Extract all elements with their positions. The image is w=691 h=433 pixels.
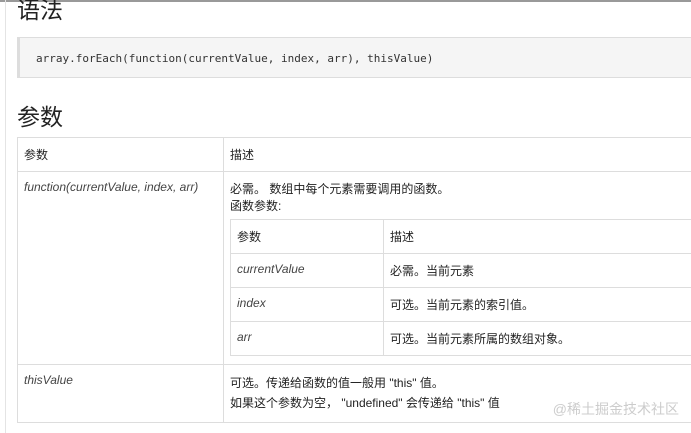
param-desc: 必需。 数组中每个元素需要调用的函数。 [230, 182, 450, 196]
param-name: thisValue [24, 373, 73, 387]
param-name: arr [237, 330, 252, 344]
params-heading: 参数 [17, 104, 63, 130]
table-row: currentValue 必需。当前元素 [230, 253, 691, 288]
param-name: function(currentValue, index, arr) [24, 180, 199, 194]
param-name: index [237, 296, 266, 310]
header-param: 参数 [17, 137, 224, 172]
param-desc: 必需。当前元素 [383, 253, 691, 288]
inner-header-desc: 描述 [383, 219, 691, 254]
inner-header-param: 参数 [230, 219, 384, 254]
left-border [5, 0, 6, 433]
table-row: arr 可选。当前元素所属的数组对象。 [230, 321, 691, 356]
sub-label: 函数参数: [230, 199, 282, 213]
table-row: function(currentValue, index, arr) 必需。 数… [17, 171, 691, 365]
table-row: index 可选。当前元素的索引值。 [230, 287, 691, 322]
inner-table: 参数 描述 currentValue 必需。当前元素 index 可选。当前元素的索引… [230, 219, 691, 356]
param-name: currentValue [237, 262, 305, 276]
top-border [0, 0, 691, 2]
header-desc: 描述 [223, 137, 691, 172]
params-table: 参数 描述 function(currentValue, index, arr) … [17, 137, 691, 423]
syntax-heading: 语法 [17, 0, 63, 23]
param-desc: 可选。当前元素所属的数组对象。 [383, 321, 691, 356]
param-desc: 可选。当前元素的索引值。 [383, 287, 691, 322]
watermark: @稀土掘金技术社区 [552, 401, 679, 417]
code-block: array.forEach(function(currentValue, ind… [17, 37, 691, 78]
param-desc: 可选。传递给函数的值一般用 "this" 值。 [230, 376, 444, 390]
